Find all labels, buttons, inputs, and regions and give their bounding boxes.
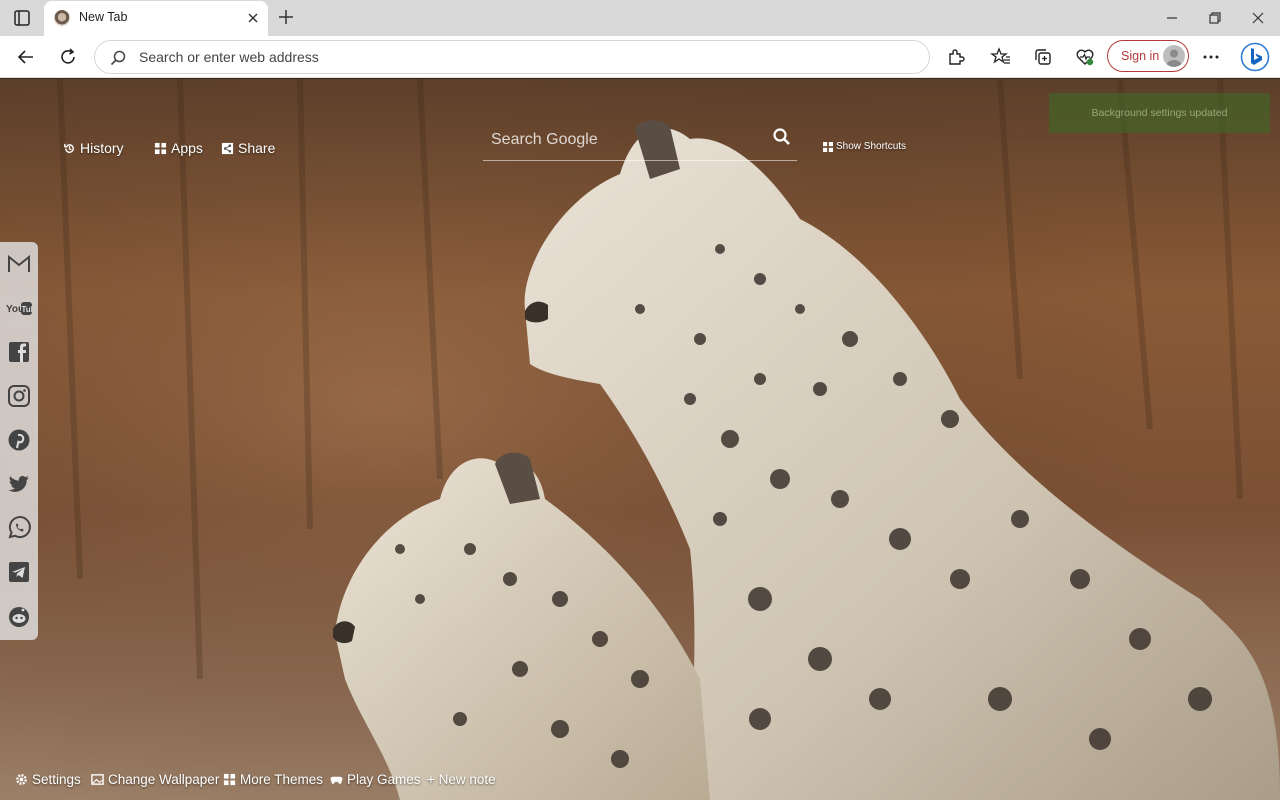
close-icon[interactable]	[245, 10, 261, 26]
more-themes-link[interactable]: More Themes	[223, 772, 323, 787]
play-games-label: Play Games	[347, 772, 421, 787]
apps-link[interactable]: Apps	[154, 140, 203, 156]
gmail-icon[interactable]	[5, 250, 33, 278]
google-search-input[interactable]	[491, 129, 761, 151]
wallpaper-icon	[91, 774, 104, 785]
reddit-icon[interactable]	[5, 602, 33, 630]
tab-favicon-icon	[54, 10, 70, 26]
favorites-icon[interactable]	[990, 46, 1012, 68]
gear-icon	[16, 774, 27, 785]
settings-label: Settings	[32, 772, 81, 787]
new-tab-icon[interactable]	[276, 7, 296, 27]
settings-link[interactable]: Settings	[15, 772, 81, 787]
back-icon[interactable]	[15, 46, 37, 68]
wallpaper-snow-leopards	[0, 79, 1280, 800]
tab-actions-icon[interactable]	[12, 8, 32, 28]
browser-essentials-icon[interactable]	[1074, 46, 1096, 68]
browser-toolbar: Sign in	[0, 36, 1280, 78]
bing-copilot-icon[interactable]	[1240, 40, 1270, 74]
address-input[interactable]	[139, 47, 899, 67]
more-themes-label: More Themes	[240, 772, 324, 787]
shortcuts-grid-icon	[823, 141, 833, 152]
themes-grid-icon	[223, 773, 236, 786]
telegram-icon[interactable]	[5, 558, 33, 586]
new-note-link[interactable]: + New note	[427, 772, 496, 787]
instagram-icon[interactable]	[5, 382, 33, 410]
sign-in-button[interactable]: Sign in	[1107, 40, 1189, 72]
pinterest-icon[interactable]	[5, 426, 33, 454]
search-icon	[109, 49, 127, 67]
tab-new-tab[interactable]: New Tab	[44, 1, 268, 36]
history-link[interactable]: History	[63, 140, 124, 156]
minimize-icon[interactable]	[1162, 8, 1182, 28]
history-icon	[64, 143, 74, 153]
refresh-icon[interactable]	[57, 46, 79, 68]
more-options-icon[interactable]	[1200, 46, 1222, 68]
change-wallpaper-link[interactable]: Change Wallpaper	[91, 772, 219, 787]
close-window-icon[interactable]	[1248, 8, 1268, 28]
sign-in-label: Sign in	[1121, 49, 1160, 63]
extensions-icon[interactable]	[945, 46, 967, 68]
play-games-link[interactable]: Play Games	[330, 772, 421, 787]
facebook-icon[interactable]	[5, 338, 33, 366]
whatsapp-icon[interactable]	[5, 514, 33, 542]
share-icon	[221, 142, 234, 154]
search-icon[interactable]	[772, 127, 792, 147]
new-tab-page: History Apps Share Show Shortcuts Backgr…	[0, 79, 1280, 800]
share-link[interactable]: Share	[221, 140, 275, 156]
apps-grid-icon	[154, 142, 167, 154]
restore-icon[interactable]	[1205, 8, 1225, 28]
tab-strip: New Tab	[0, 0, 1280, 36]
youtube-icon[interactable]: YouTube	[5, 294, 33, 322]
show-shortcuts-button[interactable]: Show Shortcuts	[823, 141, 906, 152]
new-note-label: + New note	[427, 772, 496, 787]
gamepad-icon	[330, 776, 343, 784]
google-search-box	[483, 121, 797, 161]
social-sidebar: YouTube	[0, 242, 38, 640]
twitter-icon[interactable]	[5, 470, 33, 498]
change-wallpaper-label: Change Wallpaper	[108, 772, 220, 787]
address-bar[interactable]	[94, 40, 930, 74]
show-shortcuts-label: Show Shortcuts	[836, 141, 907, 152]
history-label: History	[80, 140, 124, 156]
svg-text:Tube: Tube	[22, 305, 33, 314]
share-label: Share	[238, 140, 276, 156]
apps-label: Apps	[171, 140, 203, 156]
background-updated-toast: Background settings updated	[1049, 93, 1270, 133]
tab-title: New Tab	[79, 10, 128, 24]
avatar	[1163, 45, 1185, 67]
collections-icon[interactable]	[1032, 46, 1054, 68]
